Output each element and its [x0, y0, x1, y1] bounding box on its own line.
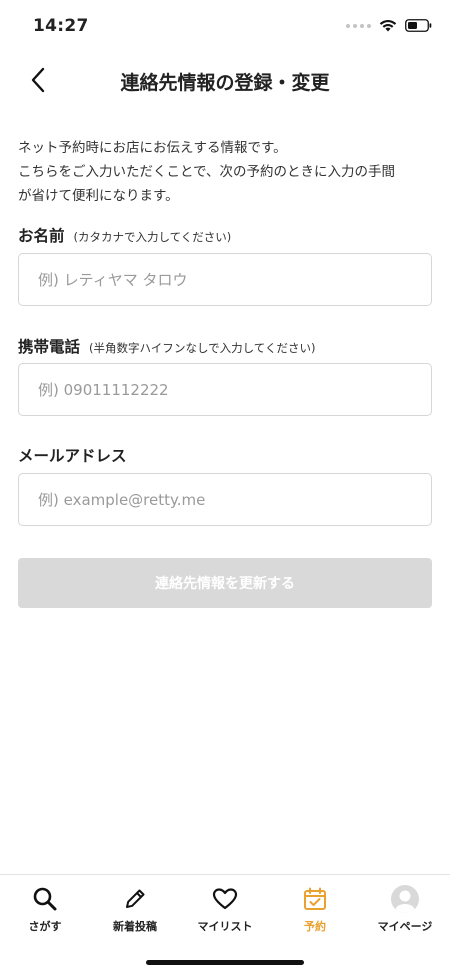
wifi-icon	[379, 20, 397, 32]
update-contact-button[interactable]: 連絡先情報を更新する	[18, 558, 432, 608]
tab-my-list[interactable]: マイリスト	[180, 875, 270, 939]
description-line: ネット予約時にお店にお伝えする情報です。	[18, 140, 287, 156]
description-line: こちらをご入力いただくことで、次の予約のときに入力の手間	[18, 164, 396, 180]
heart-icon	[212, 888, 238, 910]
tab-my-page[interactable]: マイページ	[360, 875, 450, 939]
page-title: 連絡先情報の登録・変更	[120, 72, 330, 94]
battery-icon	[405, 19, 432, 32]
signal-icon	[346, 23, 371, 28]
name-label: お名前	[18, 227, 65, 245]
description-text: ネット予約時にお店にお伝えする情報です。 こちらをご入力いただくことで、次の予約…	[18, 136, 436, 208]
status-bar: 14:27	[0, 0, 450, 54]
home-indicator	[146, 960, 304, 965]
search-icon	[33, 887, 57, 911]
phone-label: 携帯電話	[18, 338, 81, 356]
tab-label: 新着投稿	[113, 920, 157, 933]
email-label: メールアドレス	[18, 447, 127, 465]
tab-search[interactable]: さがす	[0, 875, 90, 939]
name-input[interactable]	[18, 253, 432, 306]
description-line: が省けて便利になります。	[18, 188, 179, 204]
calendar-check-icon	[304, 887, 326, 910]
status-icons	[346, 19, 432, 32]
tab-bar: さがす 新着投稿 マイリスト 予約 マイページ	[0, 874, 450, 974]
phone-input[interactable]	[18, 363, 432, 416]
name-hint: (カタカナで入力してください)	[73, 230, 232, 244]
pencil-icon	[126, 889, 145, 908]
tab-reservation[interactable]: 予約	[270, 875, 360, 939]
tab-new-posts[interactable]: 新着投稿	[90, 875, 180, 939]
name-field-label: お名前 (カタカナで入力してください)	[18, 224, 231, 246]
status-time: 14:27	[33, 16, 89, 36]
tab-label: 予約	[304, 920, 326, 933]
avatar-icon	[391, 885, 419, 913]
email-field-label: メールアドレス	[18, 444, 127, 466]
tab-label: さがす	[28, 920, 62, 933]
email-input[interactable]	[18, 473, 432, 526]
tab-label: マイページ	[377, 920, 433, 933]
header: 連絡先情報の登録・変更	[0, 54, 450, 106]
phone-hint: (半角数字ハイフンなしで入力してください)	[89, 341, 316, 355]
phone-field-label: 携帯電話 (半角数字ハイフンなしで入力してください)	[18, 335, 315, 357]
tab-label: マイリスト	[197, 920, 253, 933]
